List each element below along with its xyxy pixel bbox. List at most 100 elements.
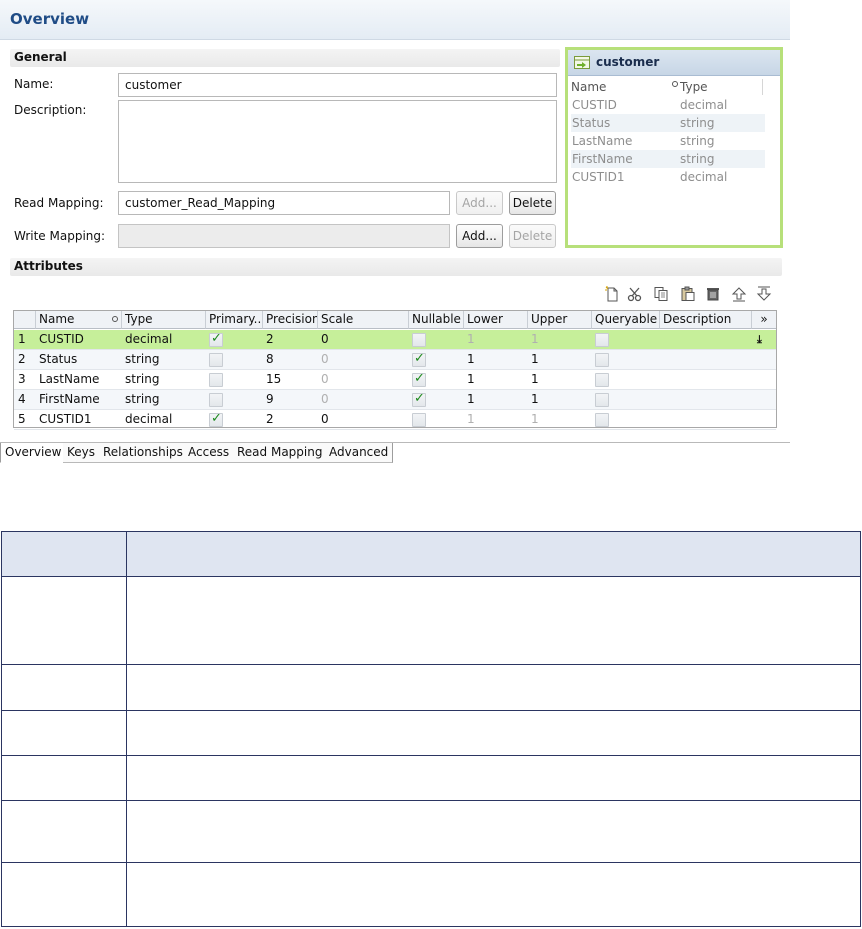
attribute-name-cell[interactable]: LastName	[39, 370, 99, 390]
grid-header-scale[interactable]: Scale	[318, 311, 409, 329]
tab-read-mapping[interactable]: Read Mapping	[233, 443, 328, 463]
precision-cell[interactable]: 15	[266, 370, 281, 390]
attribute-type-cell[interactable]: string	[125, 390, 159, 410]
grid-header-precision[interactable]: Precision	[263, 311, 318, 329]
attribute-type-cell[interactable]: decimal	[125, 410, 172, 430]
queryable-checkbox[interactable]	[595, 393, 609, 407]
customer-field-row[interactable]: CUSTID decimal	[571, 96, 765, 114]
new-icon[interactable]	[604, 286, 620, 302]
attribute-name-cell[interactable]: FirstName	[39, 390, 100, 410]
move-down-icon[interactable]	[756, 286, 772, 302]
attribute-type-cell[interactable]: string	[125, 370, 159, 390]
primary-checkbox[interactable]	[209, 373, 223, 387]
tab-relationships[interactable]: Relationships	[99, 443, 188, 463]
tab-advanced[interactable]: Advanced	[325, 443, 394, 463]
primary-checkbox[interactable]: ✓	[209, 331, 223, 347]
grid-header-description[interactable]: Description	[660, 311, 752, 329]
grid-header-name-label: Name	[39, 312, 75, 326]
precision-cell[interactable]: 9	[266, 390, 274, 410]
lower-cell[interactable]: 1	[467, 390, 475, 410]
upper-cell[interactable]: 1	[531, 410, 539, 430]
grid-header-name[interactable]: Name	[36, 311, 122, 329]
paste-icon[interactable]	[680, 286, 696, 302]
cut-icon[interactable]	[627, 286, 643, 302]
queryable-checkbox[interactable]	[595, 373, 609, 387]
precision-cell[interactable]: 2	[266, 330, 274, 350]
read-mapping-delete-button[interactable]: Delete	[509, 191, 556, 215]
customer-col-type: Type	[680, 80, 708, 94]
nullable-checkbox[interactable]: ✓	[412, 351, 426, 367]
write-mapping-add-button[interactable]: Add...	[456, 224, 503, 248]
read-mapping-input[interactable]: customer_Read_Mapping	[118, 191, 450, 215]
check-icon: ✓	[414, 351, 425, 366]
scale-cell[interactable]: 0	[321, 370, 329, 390]
attribute-type-cell[interactable]: decimal	[125, 330, 172, 350]
grid-header-upper[interactable]: Upper	[528, 311, 592, 329]
attribute-name-cell[interactable]: CUSTID	[39, 330, 84, 350]
delete-icon[interactable]	[705, 286, 721, 302]
write-mapping-delete-button[interactable]: Delete	[509, 224, 556, 248]
nullable-checkbox[interactable]	[412, 413, 426, 427]
tab-keys[interactable]: Keys	[63, 443, 101, 463]
scale-cell[interactable]: 0	[321, 330, 329, 350]
queryable-checkbox[interactable]	[595, 353, 609, 367]
upper-cell[interactable]: 1	[531, 390, 539, 410]
table-row[interactable]: 5 CUSTID1 decimal ✓ 2 0 1 1	[14, 410, 776, 430]
queryable-checkbox[interactable]	[595, 413, 609, 427]
precision-cell[interactable]: 2	[266, 410, 274, 430]
lower-cell[interactable]: 1	[467, 330, 475, 350]
move-up-icon[interactable]	[731, 286, 747, 302]
upper-cell[interactable]: 1	[531, 350, 539, 370]
tab-access[interactable]: Access	[184, 443, 235, 463]
attribute-name-cell[interactable]: Status	[39, 350, 77, 370]
customer-field-name: LastName	[572, 134, 633, 148]
lower-cell[interactable]: 1	[467, 350, 475, 370]
precision-cell[interactable]: 8	[266, 350, 274, 370]
grid-header-lower[interactable]: Lower	[464, 311, 528, 329]
more-columns-button[interactable]: »	[752, 311, 776, 329]
upper-cell[interactable]: 1	[531, 330, 539, 350]
customer-field-row[interactable]: FirstName string	[571, 150, 765, 168]
grid-header-nullable[interactable]: Nullable	[409, 311, 464, 329]
customer-field-row[interactable]: Status string	[571, 114, 765, 132]
scale-cell[interactable]: 0	[321, 350, 329, 370]
table-row[interactable]: 4 FirstName string 9 0 ✓ 1 1	[14, 390, 776, 410]
row-pin-icon: ⤓	[757, 333, 762, 346]
attributes-grid[interactable]: Name Type Primary... Precision Scale Nul…	[13, 310, 777, 430]
primary-checkbox[interactable]	[209, 353, 223, 367]
grid-header-queryable[interactable]: Queryable	[592, 311, 660, 329]
grid-header-type[interactable]: Type	[122, 311, 206, 329]
lower-cell[interactable]: 1	[467, 410, 475, 430]
upper-cell[interactable]: 1	[531, 370, 539, 390]
primary-checkbox[interactable]	[209, 393, 223, 407]
customer-object-panel[interactable]: customer Name Type CUSTID decimal Status…	[565, 47, 783, 248]
table-row	[1, 863, 861, 927]
tab-overview[interactable]: Overview	[0, 443, 67, 463]
table-row	[1, 801, 861, 863]
table-object-icon	[574, 56, 590, 69]
table-row[interactable]: 3 LastName string 15 0 ✓ 1 1	[14, 370, 776, 390]
read-mapping-add-button[interactable]: Add...	[456, 191, 503, 215]
write-mapping-label: Write Mapping:	[14, 229, 106, 243]
nullable-checkbox[interactable]: ✓	[412, 371, 426, 387]
scale-cell[interactable]: 0	[321, 390, 329, 410]
attribute-type-cell[interactable]: string	[125, 350, 159, 370]
name-input[interactable]: customer	[118, 73, 557, 97]
table-row[interactable]: 2 Status string 8 0 ✓ 1 1	[14, 350, 776, 370]
copy-icon[interactable]	[653, 286, 669, 302]
queryable-checkbox[interactable]	[595, 333, 609, 347]
customer-field-row[interactable]: CUSTID1 decimal	[571, 168, 765, 186]
lower-cell[interactable]: 1	[467, 370, 475, 390]
customer-field-row[interactable]: LastName string	[571, 132, 765, 150]
grid-header-primary[interactable]: Primary...	[206, 311, 263, 329]
primary-checkbox[interactable]: ✓	[209, 411, 223, 427]
scale-cell[interactable]: 0	[321, 410, 329, 430]
nullable-checkbox[interactable]: ✓	[412, 391, 426, 407]
table-row[interactable]: 1 CUSTID decimal ✓ 2 0 1 1 ⤓	[14, 330, 776, 350]
write-mapping-input[interactable]	[118, 224, 450, 248]
nullable-checkbox[interactable]	[412, 333, 426, 347]
row-number: 3	[18, 372, 26, 386]
attribute-name-cell[interactable]: CUSTID1	[39, 410, 92, 430]
column-divider	[126, 863, 127, 926]
description-textarea[interactable]	[118, 100, 557, 183]
